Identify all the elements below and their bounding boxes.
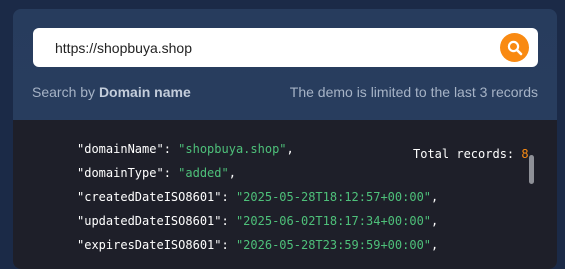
result-key: "updatedDateISO8601" [77, 214, 222, 228]
search-by-hint: Search by Domain name [32, 84, 191, 100]
result-sep: : [163, 142, 179, 156]
result-key: "domainType" [77, 166, 164, 180]
result-sep: : [221, 214, 236, 228]
result-tail: , [286, 142, 294, 156]
search-button[interactable] [500, 33, 529, 62]
result-sep: : [221, 190, 236, 204]
result-sep: : [163, 166, 179, 180]
search-input[interactable] [55, 28, 495, 67]
total-records-count: 8 [521, 147, 529, 161]
result-key: "domainName" [77, 142, 164, 156]
result-value: "2026-05-28T23:59:59+00:00" [235, 238, 432, 252]
total-records: Total records: 8 [413, 147, 529, 161]
result-sep: : [221, 238, 236, 252]
search-box [33, 28, 538, 67]
result-line: "updatedDateISO8601": "2025-06-02T18:17:… [77, 214, 438, 228]
search-panel: Search by Domain name The demo is limite… [13, 9, 557, 269]
result-value: "added" [178, 166, 229, 180]
result-tail: , [228, 166, 236, 180]
search-by-prefix: Search by [32, 84, 99, 100]
result-value: "shopbuya.shop" [178, 142, 287, 156]
results-panel: "domainName": "shopbuya.shop", "domainTy… [13, 120, 557, 269]
result-key: "createdDateISO8601" [77, 190, 222, 204]
result-tail: , [431, 190, 439, 204]
result-line: "domainName": "shopbuya.shop", [77, 142, 294, 156]
result-line: "createdDateISO8601": "2025-05-28T18:12:… [77, 190, 438, 204]
result-line: "expiresDateISO8601": "2026-05-28T23:59:… [77, 238, 438, 252]
result-key: "expiresDateISO8601" [77, 238, 222, 252]
search-icon [507, 40, 522, 55]
demo-limit-note: The demo is limited to the last 3 record… [289, 84, 538, 100]
result-tail: , [431, 214, 439, 228]
total-records-label: Total records: [413, 147, 522, 161]
result-tail: , [431, 238, 439, 252]
result-value: "2025-06-02T18:17:34+00:00" [235, 214, 432, 228]
result-value: "2025-05-28T18:12:57+00:00" [235, 190, 432, 204]
result-line: "domainType": "added", [77, 166, 236, 180]
search-by-type: Domain name [98, 84, 191, 100]
results-scrollbar[interactable] [529, 155, 534, 184]
